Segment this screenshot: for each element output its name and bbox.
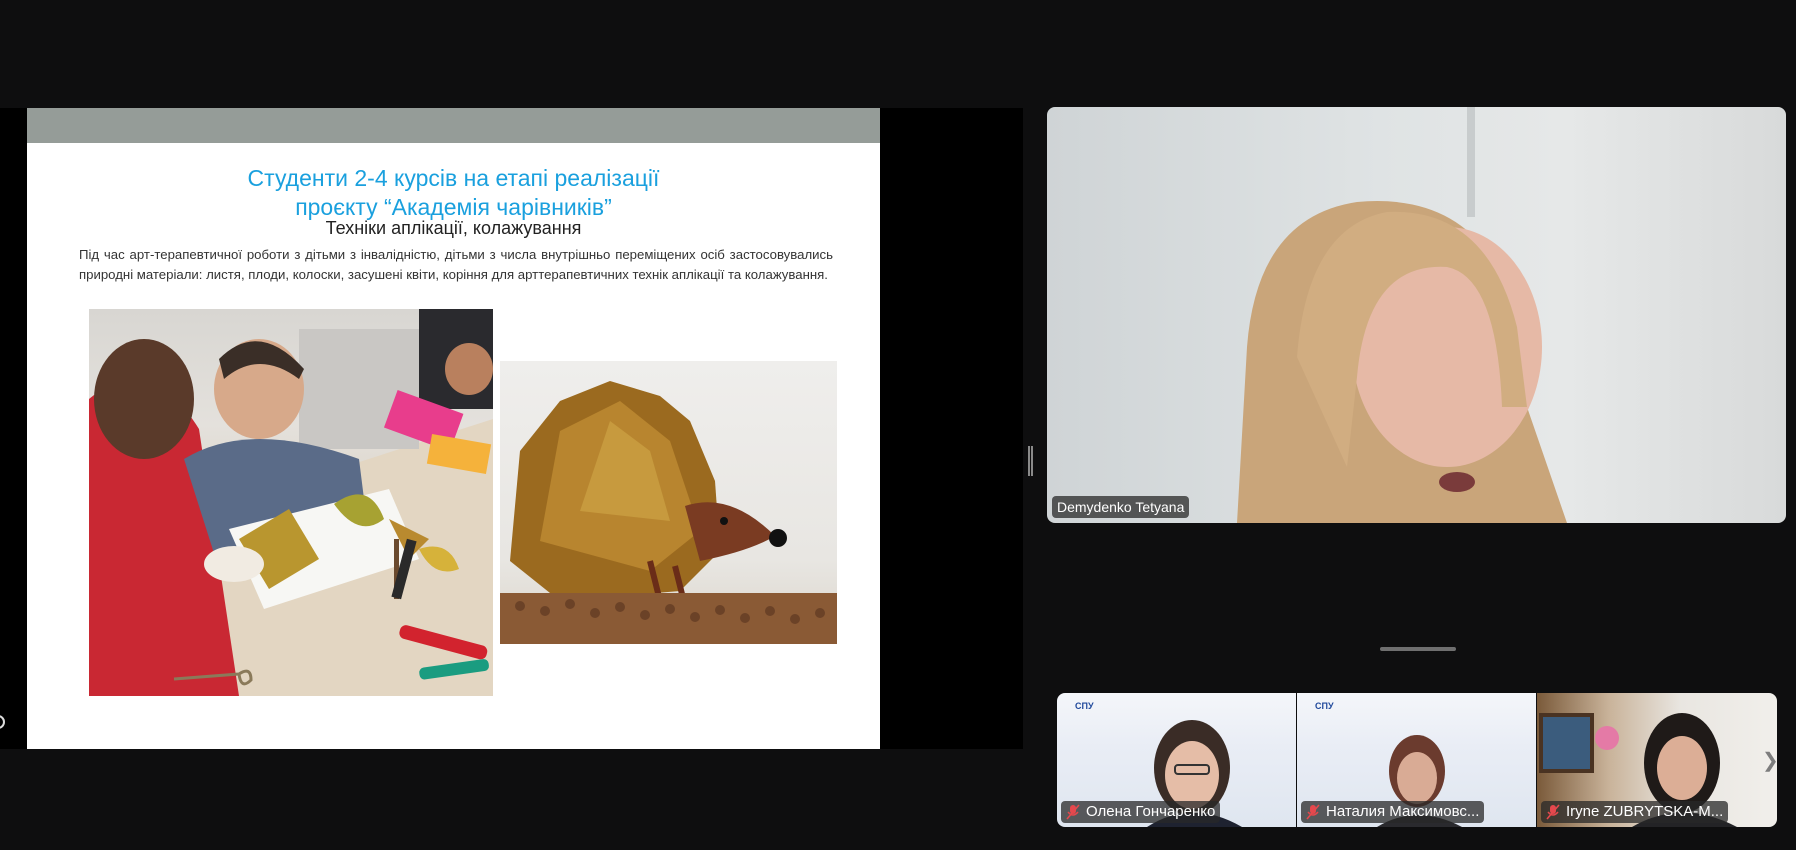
participant-name-label: Iryne ZUBRYTSKA-M... — [1541, 801, 1729, 823]
slide-body-text: Під час арт-терапевтичної роботи з дітьм… — [79, 247, 833, 282]
leaf-hedgehog-photo — [500, 361, 837, 644]
gallery-resize-divider[interactable] — [1380, 647, 1456, 651]
participant-name: Наталия Максимовс... — [1326, 803, 1480, 820]
participant-tile[interactable]: СПУ Олена Гончаренко — [1057, 693, 1296, 827]
participant-tile[interactable]: Iryne ZUBRYTSKA-M... — [1537, 693, 1777, 827]
slide-title: Студенти 2-4 курсів на етапі реалізації … — [27, 164, 880, 222]
mic-off-icon — [1306, 804, 1320, 820]
participant-tile[interactable]: СПУ Наталия Максимовс... — [1297, 693, 1536, 827]
slide-subtitle: Техніки аплікації, колажування — [325, 218, 582, 238]
slide-header-bar — [27, 108, 880, 143]
children-collage-photo — [89, 309, 493, 696]
active-speaker-video[interactable]: Demydenko Tetyana — [1047, 107, 1786, 523]
chevron-right-icon[interactable]: ❯ — [1762, 749, 1782, 773]
speaker-name-label: Demydenko Tetyana — [1052, 496, 1190, 518]
presentation-slide: Студенти 2-4 курсів на етапі реалізації … — [27, 108, 880, 749]
shared-screen[interactable]: Студенти 2-4 курсів на етапі реалізації … — [0, 108, 1023, 749]
split-resize-handle[interactable] — [1028, 446, 1033, 476]
mic-off-icon — [1546, 804, 1560, 820]
participant-name: Iryne ZUBRYTSKA-M... — [1566, 803, 1724, 820]
participant-name-label: Олена Гончаренко — [1061, 801, 1221, 823]
participant-name: Олена Гончаренко — [1086, 803, 1216, 820]
mic-off-icon — [1066, 804, 1080, 820]
slide-title-line1: Студенти 2-4 курсів на етапі реалізації — [247, 165, 660, 191]
participant-name-label: Наталия Максимовс... — [1301, 801, 1485, 823]
